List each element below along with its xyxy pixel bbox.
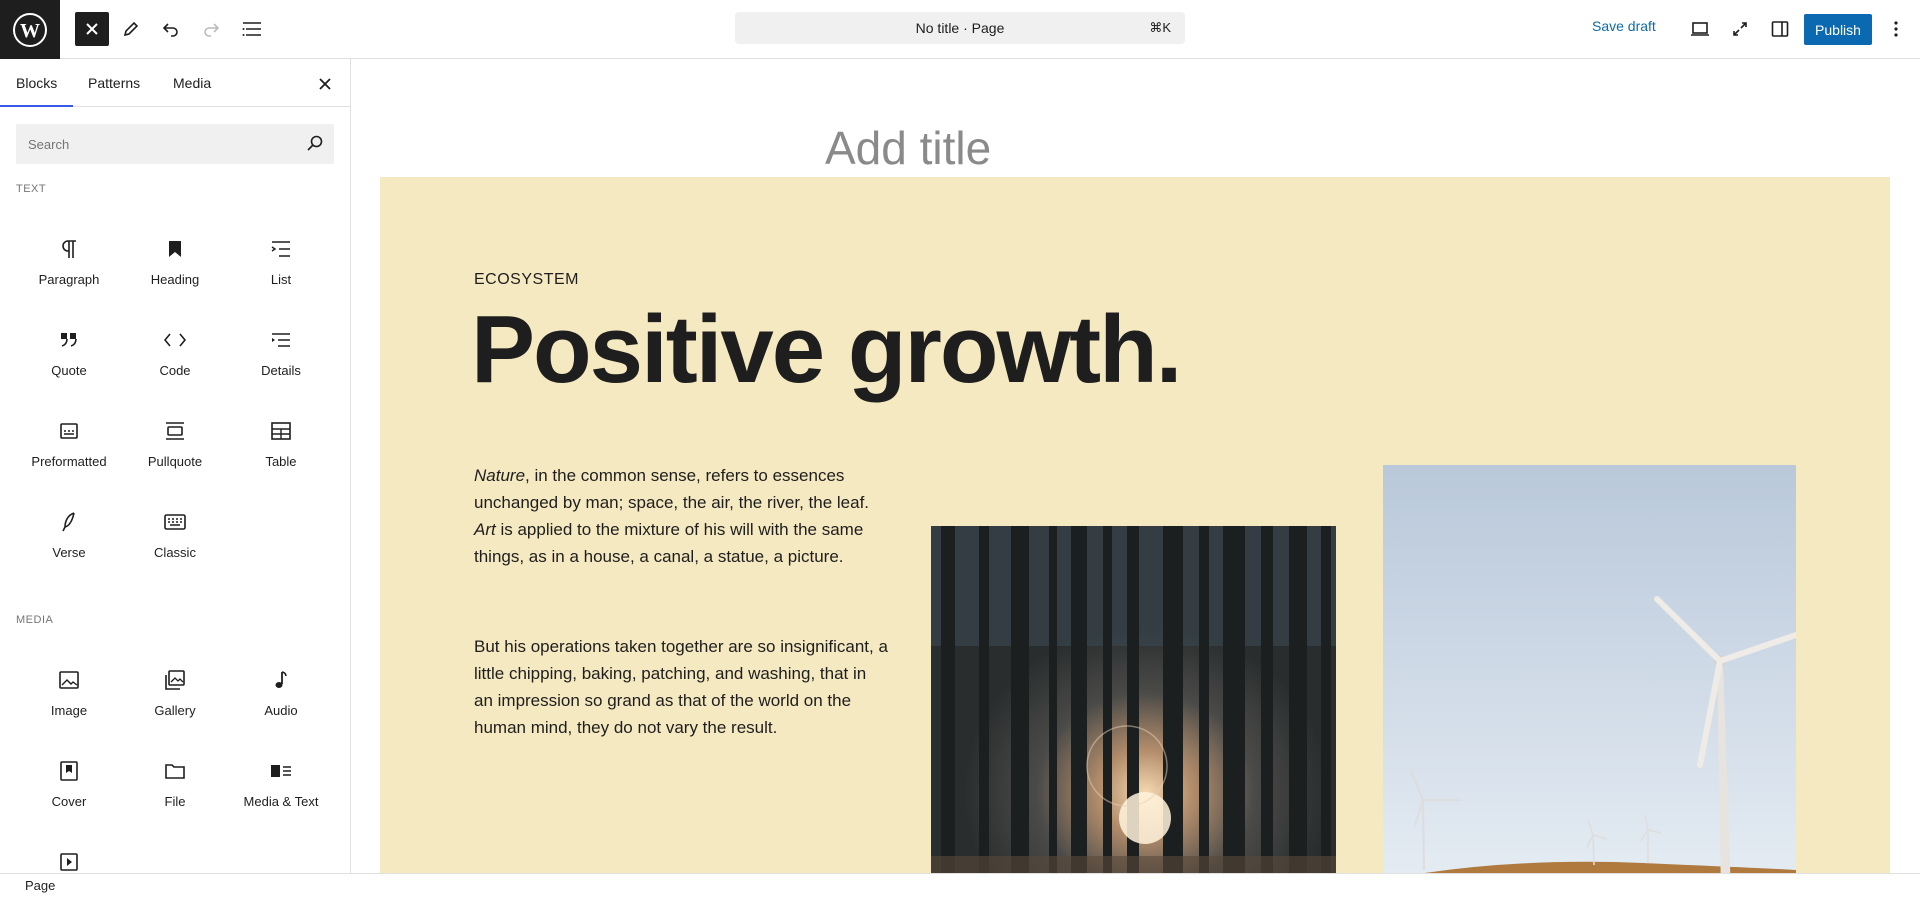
media-text-icon (270, 758, 292, 784)
list-icon (271, 236, 291, 262)
block-audio[interactable]: Audio (229, 653, 333, 733)
svg-text:W: W (20, 20, 40, 42)
wordpress-logo-icon[interactable]: W (0, 0, 60, 59)
folder-icon (165, 758, 185, 784)
tab-blocks[interactable]: Blocks (0, 59, 74, 107)
music-note-icon (274, 667, 288, 693)
wind-turbine-image[interactable] (1383, 465, 1796, 873)
block-code[interactable]: Code (123, 313, 227, 393)
search-icon (306, 134, 324, 157)
forest-image[interactable] (931, 526, 1336, 873)
keyboard-icon (164, 509, 186, 535)
paragraph-nature[interactable]: Nature, in the common sense, refers to e… (474, 462, 894, 570)
undo-icon[interactable] (154, 12, 188, 46)
document-title: No title · Page (915, 20, 1005, 36)
block-verse[interactable]: Verse (17, 495, 121, 575)
details-icon (271, 327, 291, 353)
block-heading[interactable]: Heading (123, 222, 227, 302)
block-preformatted[interactable]: Preformatted (17, 404, 121, 484)
block-media-text[interactable]: Media & Text (229, 744, 333, 824)
options-menu-icon[interactable] (1879, 12, 1913, 46)
publish-button[interactable]: Publish (1804, 14, 1872, 45)
quote-icon (60, 327, 78, 353)
redo-icon[interactable] (194, 12, 228, 46)
block-gallery[interactable]: Gallery (123, 653, 227, 733)
pullquote-icon (165, 418, 185, 444)
paragraph-operations[interactable]: But his operations taken together are so… (474, 633, 889, 741)
settings-sidebar-icon[interactable] (1763, 12, 1797, 46)
cover-icon (60, 758, 78, 784)
table-icon (271, 418, 291, 444)
inserter-tabs: Blocks Patterns Media (0, 59, 350, 107)
fullscreen-icon[interactable] (1723, 12, 1757, 46)
block-quote[interactable]: Quote (17, 313, 121, 393)
block-inserter-panel: Blocks Patterns Media TEXT Paragraph Hea… (0, 59, 351, 873)
block-list[interactable]: List (229, 222, 333, 302)
editor-header: W No title · Page ⌘K Save draft Publish (0, 0, 1920, 59)
block-file[interactable]: File (123, 744, 227, 824)
block-breadcrumb-bar: Page (0, 873, 1920, 897)
gallery-icon (165, 667, 185, 693)
block-pullquote[interactable]: Pullquote (123, 404, 227, 484)
block-paragraph[interactable]: Paragraph (17, 222, 121, 302)
tab-patterns[interactable]: Patterns (88, 59, 140, 107)
block-details[interactable]: Details (229, 313, 333, 393)
document-overview-icon[interactable] (235, 12, 269, 46)
block-image[interactable]: Image (17, 653, 121, 733)
block-classic[interactable]: Classic (123, 495, 227, 575)
block-video[interactable] (17, 835, 121, 873)
block-search (16, 124, 334, 164)
category-media-heading: MEDIA (16, 614, 54, 626)
eyebrow-text[interactable]: ECOSYSTEM (474, 271, 579, 289)
post-title-placeholder[interactable]: Add title (825, 121, 991, 175)
block-cover[interactable]: Cover (17, 744, 121, 824)
save-draft-button[interactable]: Save draft (1592, 18, 1656, 34)
pencil-tools-icon[interactable] (114, 12, 148, 46)
preformatted-icon (60, 418, 78, 444)
command-palette-bar[interactable]: No title · Page ⌘K (735, 12, 1185, 44)
video-icon (60, 849, 78, 873)
bookmark-icon (168, 236, 182, 262)
search-input[interactable] (16, 124, 286, 164)
paragraph-icon (61, 236, 77, 262)
category-text-heading: TEXT (16, 183, 47, 195)
image-icon (59, 667, 79, 693)
feather-icon (62, 509, 76, 535)
tab-media[interactable]: Media (173, 59, 211, 107)
command-shortcut: ⌘K (1149, 20, 1171, 35)
breadcrumb-page[interactable]: Page (25, 878, 55, 893)
headline[interactable]: Positive growth. (471, 297, 1182, 403)
editor-canvas: Add title ECOSYSTEM Positive growth. Nat… (351, 59, 1920, 873)
block-table[interactable]: Table (229, 404, 333, 484)
code-icon (164, 327, 186, 353)
close-inserter-icon[interactable] (75, 12, 109, 46)
close-icon[interactable] (314, 73, 336, 95)
preview-device-icon[interactable] (1683, 12, 1717, 46)
cover-block[interactable]: ECOSYSTEM Positive growth. Nature, in th… (380, 177, 1890, 873)
